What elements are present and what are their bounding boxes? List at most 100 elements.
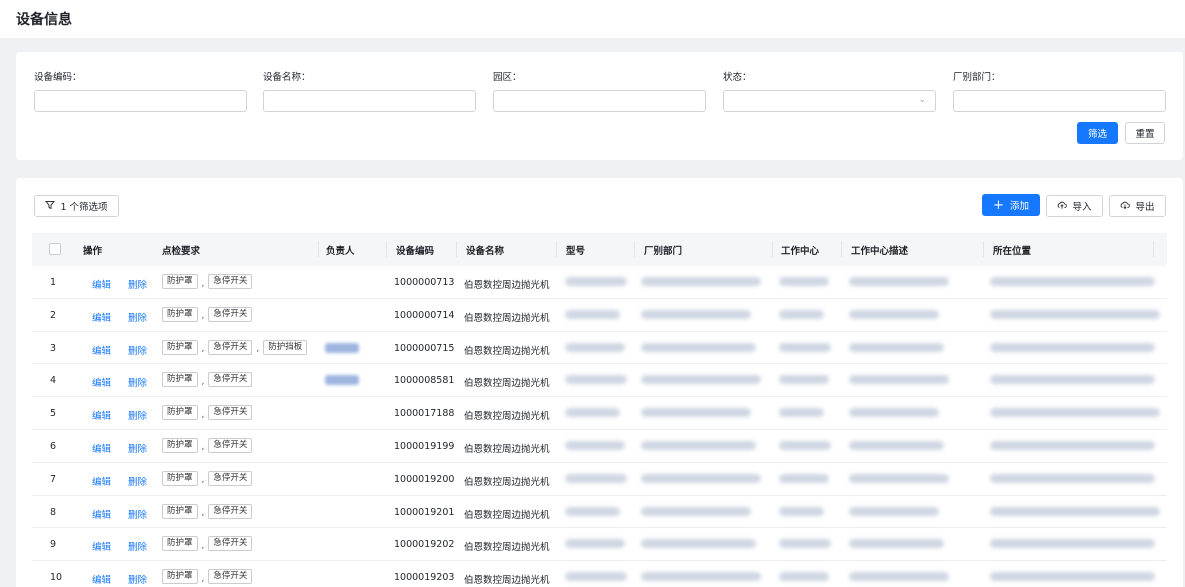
filter-icon xyxy=(45,200,56,213)
inspection-tag: 防护挡板 xyxy=(263,339,308,355)
park-input[interactable] xyxy=(493,90,706,112)
redacted-cell xyxy=(641,539,756,549)
device-code-cell: 1000019202 xyxy=(394,539,455,551)
delete-link[interactable]: 删除 xyxy=(128,343,147,357)
redacted-cell xyxy=(990,506,1160,516)
redacted-cell xyxy=(565,408,620,418)
redacted-cell xyxy=(641,277,761,286)
delete-link[interactable]: 删除 xyxy=(128,277,147,291)
inspection-tags: 防护罩, 急停开关 xyxy=(162,470,253,486)
device-table: 操作 点检要求 负责人 设备编码 设备名称 型号 厂别部门 工作中心 工作中心描… xyxy=(32,233,1167,587)
tag-separator: , xyxy=(201,475,205,486)
add-button[interactable]: + 添加 xyxy=(982,194,1040,216)
redacted-cell xyxy=(641,408,751,418)
delete-link[interactable]: 删除 xyxy=(128,572,147,586)
status-select[interactable]: ⌄ xyxy=(723,90,936,112)
device-name-input[interactable] xyxy=(263,90,476,112)
redacted-cell xyxy=(565,539,625,549)
reset-button[interactable]: 重置 xyxy=(1125,122,1165,144)
redacted-cell xyxy=(565,309,620,319)
inspection-tag: 防护罩 xyxy=(162,274,198,289)
redacted-cell xyxy=(990,342,1155,352)
redacted-cell xyxy=(990,473,1155,483)
column-divider xyxy=(634,241,635,257)
inspection-tag: 急停开关 xyxy=(208,274,253,289)
department-input[interactable] xyxy=(953,90,1166,112)
device-code-field: 设备编码： xyxy=(34,71,247,112)
redacted-cell xyxy=(565,473,627,483)
inspection-tag: 急停开关 xyxy=(208,503,253,519)
device-code-cell: 1000000715 xyxy=(394,342,455,354)
redacted-cell xyxy=(779,408,824,418)
redacted-cell xyxy=(641,375,761,385)
inspection-tag: 急停开关 xyxy=(208,569,253,585)
inspection-tag: 急停开关 xyxy=(208,405,253,421)
delete-link[interactable]: 删除 xyxy=(128,310,147,324)
import-button[interactable]: 导入 xyxy=(1046,195,1103,217)
table-row: 2 编辑 删除 防护罩, 急停开关 1000000714 伯恩数控周边抛光机 xyxy=(32,299,1167,332)
row-index: 9 xyxy=(50,539,57,551)
row-index: 4 xyxy=(50,375,57,387)
inspection-tag: 防护罩 xyxy=(162,306,198,322)
col-inspection: 点检要求 xyxy=(162,246,201,257)
inspection-tag: 防护罩 xyxy=(162,405,198,421)
delete-link[interactable]: 删除 xyxy=(128,539,147,553)
tag-separator: , xyxy=(256,344,260,355)
edit-link[interactable]: 编辑 xyxy=(92,507,111,521)
inspection-tags: 防护罩, 急停开关 xyxy=(162,536,253,552)
edit-link[interactable]: 编辑 xyxy=(92,441,111,455)
export-button[interactable]: 导出 xyxy=(1109,195,1166,217)
col-location: 所在位置 xyxy=(993,246,1032,257)
redacted-cell xyxy=(779,277,829,286)
col-device-code: 设备编码 xyxy=(396,246,435,257)
edit-link[interactable]: 编辑 xyxy=(92,343,111,357)
edit-link[interactable]: 编辑 xyxy=(92,474,111,488)
redacted-cell xyxy=(849,375,949,385)
owner-redacted xyxy=(325,342,359,353)
device-name-cell: 伯恩数控周边抛光机 xyxy=(464,509,550,521)
edit-link[interactable]: 编辑 xyxy=(92,408,111,422)
edit-link[interactable]: 编辑 xyxy=(92,572,111,586)
device-code-cell: 1000008581 xyxy=(394,375,455,387)
inspection-tags: 防护罩, 急停开关 xyxy=(162,306,253,322)
table-row: 9 编辑 删除 防护罩, 急停开关 1000019202 伯恩数控周边抛光机 xyxy=(32,528,1167,562)
chevron-down-icon: ⌄ xyxy=(918,95,926,105)
redacted-cell xyxy=(565,277,627,286)
edit-link[interactable]: 编辑 xyxy=(92,375,111,389)
table-row: 1 编辑 删除 防护罩, 急停开关 1000000713 伯恩数控周边抛光机 xyxy=(32,266,1167,299)
filter-count-button[interactable]: 1 个筛选项 xyxy=(34,195,119,217)
col-actions: 操作 xyxy=(83,246,103,257)
redacted-cell xyxy=(641,309,751,319)
redacted-cell xyxy=(779,309,824,319)
select-all-checkbox[interactable] xyxy=(49,243,61,255)
edit-link[interactable]: 编辑 xyxy=(92,539,111,553)
redacted-cell xyxy=(641,440,756,450)
redacted-cell xyxy=(849,572,949,582)
inspection-tags: 防护罩, 急停开关, 防护挡板 xyxy=(162,339,308,355)
delete-link[interactable]: 删除 xyxy=(128,441,147,455)
device-code-cell: 1000000714 xyxy=(394,309,455,321)
device-name-cell: 伯恩数控周边抛光机 xyxy=(464,575,550,587)
delete-link[interactable]: 删除 xyxy=(128,408,147,422)
delete-link[interactable]: 删除 xyxy=(128,375,147,389)
delete-link[interactable]: 删除 xyxy=(128,474,147,488)
device-list-panel: 1 个筛选项 + 添加 导入 导出 操作 点检要求 负责人 设备编码 设备名称 … xyxy=(16,178,1183,587)
col-work-center-desc: 工作中心描述 xyxy=(851,246,909,257)
tag-separator: , xyxy=(201,409,205,420)
col-device-name: 设备名称 xyxy=(466,246,505,257)
edit-link[interactable]: 编辑 xyxy=(92,277,111,291)
inspection-tags: 防护罩, 急停开关 xyxy=(162,437,253,453)
inspection-tag: 急停开关 xyxy=(208,437,253,453)
device-code-cell: 1000017188 xyxy=(394,408,455,420)
redacted-cell xyxy=(565,506,620,516)
inspection-tags: 防护罩, 急停开关 xyxy=(162,503,253,519)
redacted-cell xyxy=(779,342,831,352)
redacted-cell xyxy=(779,539,831,549)
inspection-tag: 防护罩 xyxy=(162,536,198,552)
delete-link[interactable]: 删除 xyxy=(128,507,147,521)
search-button[interactable]: 筛选 xyxy=(1077,122,1118,144)
device-name-cell: 伯恩数控周边抛光机 xyxy=(464,345,550,357)
col-work-center: 工作中心 xyxy=(781,246,820,257)
edit-link[interactable]: 编辑 xyxy=(92,310,111,324)
device-code-input[interactable] xyxy=(34,90,247,112)
